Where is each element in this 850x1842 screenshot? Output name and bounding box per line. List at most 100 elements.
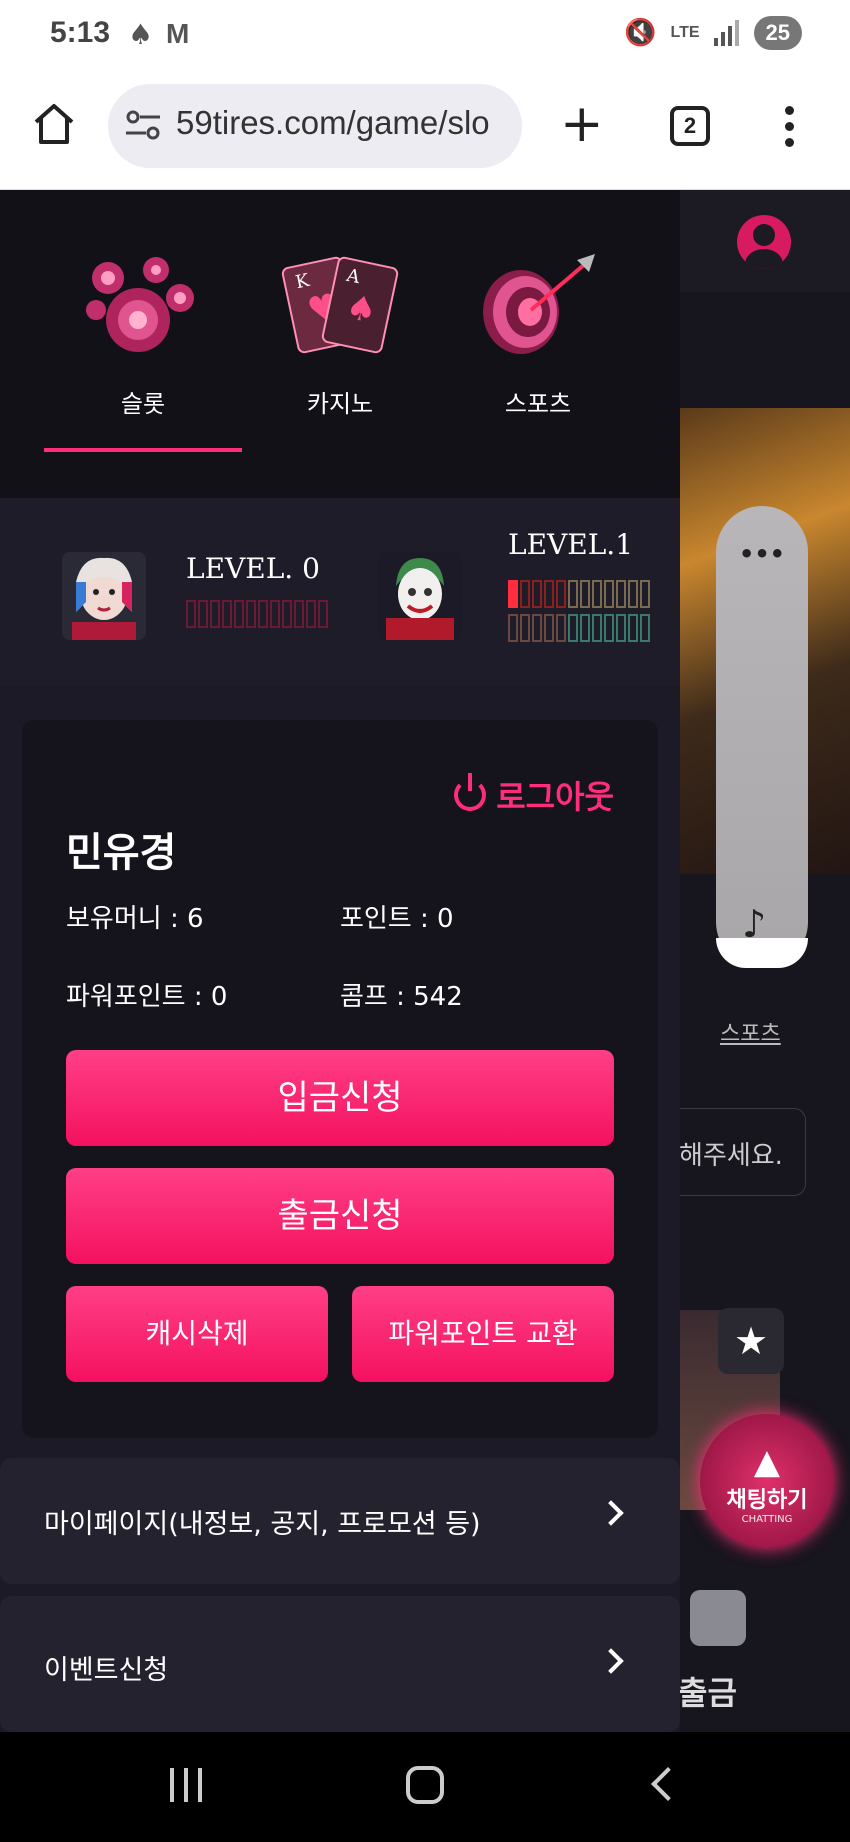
comp-stat: 콤프 : 542 — [340, 982, 463, 1012]
more-dots-icon[interactable]: ••• — [716, 540, 808, 568]
status-bar: 5:13 ♠ M 🔇 LTE 25 — [0, 0, 850, 72]
chat-logo-icon: ▲ — [753, 1442, 781, 1482]
power-points-stat: 파워포인트 : 0 — [66, 982, 228, 1012]
chat-label: 채팅하기 — [726, 1488, 808, 1513]
user-profile-icon[interactable] — [737, 215, 791, 269]
browser-toolbar: 59tires.com/game/slo + 2 — [0, 72, 850, 190]
menu-item-mypage-label: 마이페이지(내정보, 공지, 프로모션 등) — [44, 1509, 481, 1540]
level-progress-segment — [210, 600, 220, 628]
music-player-panel[interactable]: ••• ♪ — [716, 506, 808, 968]
address-bar[interactable]: 59tires.com/game/slo — [108, 84, 522, 168]
chevron-right-icon — [598, 1648, 624, 1674]
site-settings-icon[interactable] — [126, 110, 160, 140]
category-tabs: 슬롯 K ♥ A ♠ 카지노 스포츠 — [0, 190, 680, 498]
deposit-button[interactable]: 입금신청 — [66, 1050, 614, 1146]
level-progress-segment — [544, 614, 554, 642]
level-progress-segment — [520, 580, 530, 608]
level-progress-segment — [640, 614, 650, 642]
status-time: 5:13 — [50, 16, 111, 49]
favorite-star-icon[interactable]: ★ — [718, 1308, 784, 1374]
network-type: LTE — [670, 24, 700, 41]
level-progress-segment — [580, 614, 590, 642]
level-progress-segment — [258, 600, 268, 628]
level-progress-segment — [294, 600, 304, 628]
withdraw-button[interactable]: 출금신청 — [66, 1168, 614, 1264]
home-icon[interactable] — [30, 100, 78, 148]
level-progress-segment — [532, 580, 542, 608]
level-progress-segment — [508, 580, 518, 608]
level-progress-segment — [640, 580, 650, 608]
signal-icon — [713, 20, 739, 46]
level-progress-segment — [604, 614, 614, 642]
background-input-text: 해주세요. — [679, 1141, 783, 1171]
menu-item-event-label: 이벤트신청 — [44, 1655, 169, 1686]
money-stat: 보유머니 : 6 — [66, 904, 204, 934]
level-progress-segment — [306, 600, 316, 628]
next-level-progress-secondary — [508, 614, 650, 642]
chevron-right-icon — [598, 1500, 624, 1526]
level-panel: LEVEL. 0 LEVEL.1 — [0, 498, 680, 686]
url-text: 59tires.com/game/slo — [176, 104, 490, 141]
level-progress-segment — [628, 614, 638, 642]
playing-cards-icon: K♥ A♠ — [281, 256, 399, 354]
level-progress-segment — [568, 614, 578, 642]
level-progress-segment — [556, 580, 566, 608]
level-progress-segment — [318, 600, 328, 628]
new-tab-icon[interactable]: + — [560, 98, 604, 150]
tab-switcher-button[interactable]: 2 — [670, 106, 710, 146]
menu-item-mypage[interactable]: 마이페이지(내정보, 공지, 프로모션 등) — [0, 1458, 680, 1584]
level-progress-segment — [592, 580, 602, 608]
points-stat: 포인트 : 0 — [340, 904, 454, 934]
level-progress-segment — [520, 614, 530, 642]
level-progress-segment — [270, 600, 280, 628]
side-drawer: 슬롯 K ♥ A ♠ 카지노 스포츠 LEVEL. 0 LEVEL.1 로그아웃… — [0, 190, 680, 1732]
level-progress-segment — [580, 580, 590, 608]
logout-label: 로그아웃 — [496, 778, 614, 816]
level-progress-segment — [628, 580, 638, 608]
level-progress-segment — [508, 614, 518, 642]
tab-slot-label: 슬롯 — [120, 390, 166, 418]
background-sports-link[interactable]: 스포츠 — [720, 1016, 781, 1048]
current-level-avatar — [62, 552, 146, 640]
level-progress-segment — [246, 600, 256, 628]
more-menu-icon[interactable] — [785, 106, 795, 154]
next-level-title: LEVEL.1 — [508, 528, 634, 561]
home-button-icon[interactable] — [406, 1766, 444, 1804]
cash-delete-button[interactable]: 캐시삭제 — [66, 1286, 328, 1382]
level-progress-segment — [198, 600, 208, 628]
tab-sports[interactable]: 스포츠 — [463, 250, 613, 419]
level-progress-segment — [544, 580, 554, 608]
mute-icon: 🔇 — [624, 18, 657, 48]
slot-chips-icon — [86, 257, 194, 352]
joker-avatar-icon — [378, 552, 462, 640]
next-level-progress — [508, 580, 650, 608]
power-icon — [454, 773, 487, 811]
level-progress-segment — [282, 600, 292, 628]
recent-apps-icon[interactable] — [170, 1768, 202, 1802]
spade-notification-icon: ♠ — [128, 18, 154, 51]
level-progress-segment — [234, 600, 244, 628]
menu-item-event[interactable]: 이벤트신청 — [0, 1596, 680, 1732]
level-progress-segment — [568, 580, 578, 608]
level-progress-segment — [604, 580, 614, 608]
tab-casino-label: 카지노 — [306, 390, 374, 418]
level-progress-segment — [186, 600, 196, 628]
chat-sublabel: CHATTING — [741, 1514, 793, 1525]
background-withdraw-label[interactable]: 출금 — [678, 1668, 737, 1714]
current-level-progress — [186, 600, 328, 628]
chat-button[interactable]: ▲ 채팅하기 CHATTING — [700, 1414, 834, 1548]
back-icon[interactable] — [651, 1767, 685, 1801]
level-progress-segment — [592, 614, 602, 642]
username: 민유경 — [66, 830, 177, 876]
level-progress-segment — [616, 614, 626, 642]
tab-sports-label: 스포츠 — [504, 390, 572, 418]
level-progress-segment — [222, 600, 232, 628]
level-progress-segment — [556, 614, 566, 642]
dart-target-icon — [483, 254, 595, 354]
safe-icon — [690, 1590, 746, 1646]
power-point-exchange-button[interactable]: 파워포인트 교환 — [352, 1286, 614, 1382]
tab-slot[interactable]: 슬롯 — [68, 250, 218, 419]
logout-button[interactable]: 로그아웃 — [454, 772, 614, 818]
system-navigation-bar — [0, 1732, 850, 1842]
tab-casino[interactable]: K ♥ A ♠ 카지노 — [265, 250, 415, 419]
